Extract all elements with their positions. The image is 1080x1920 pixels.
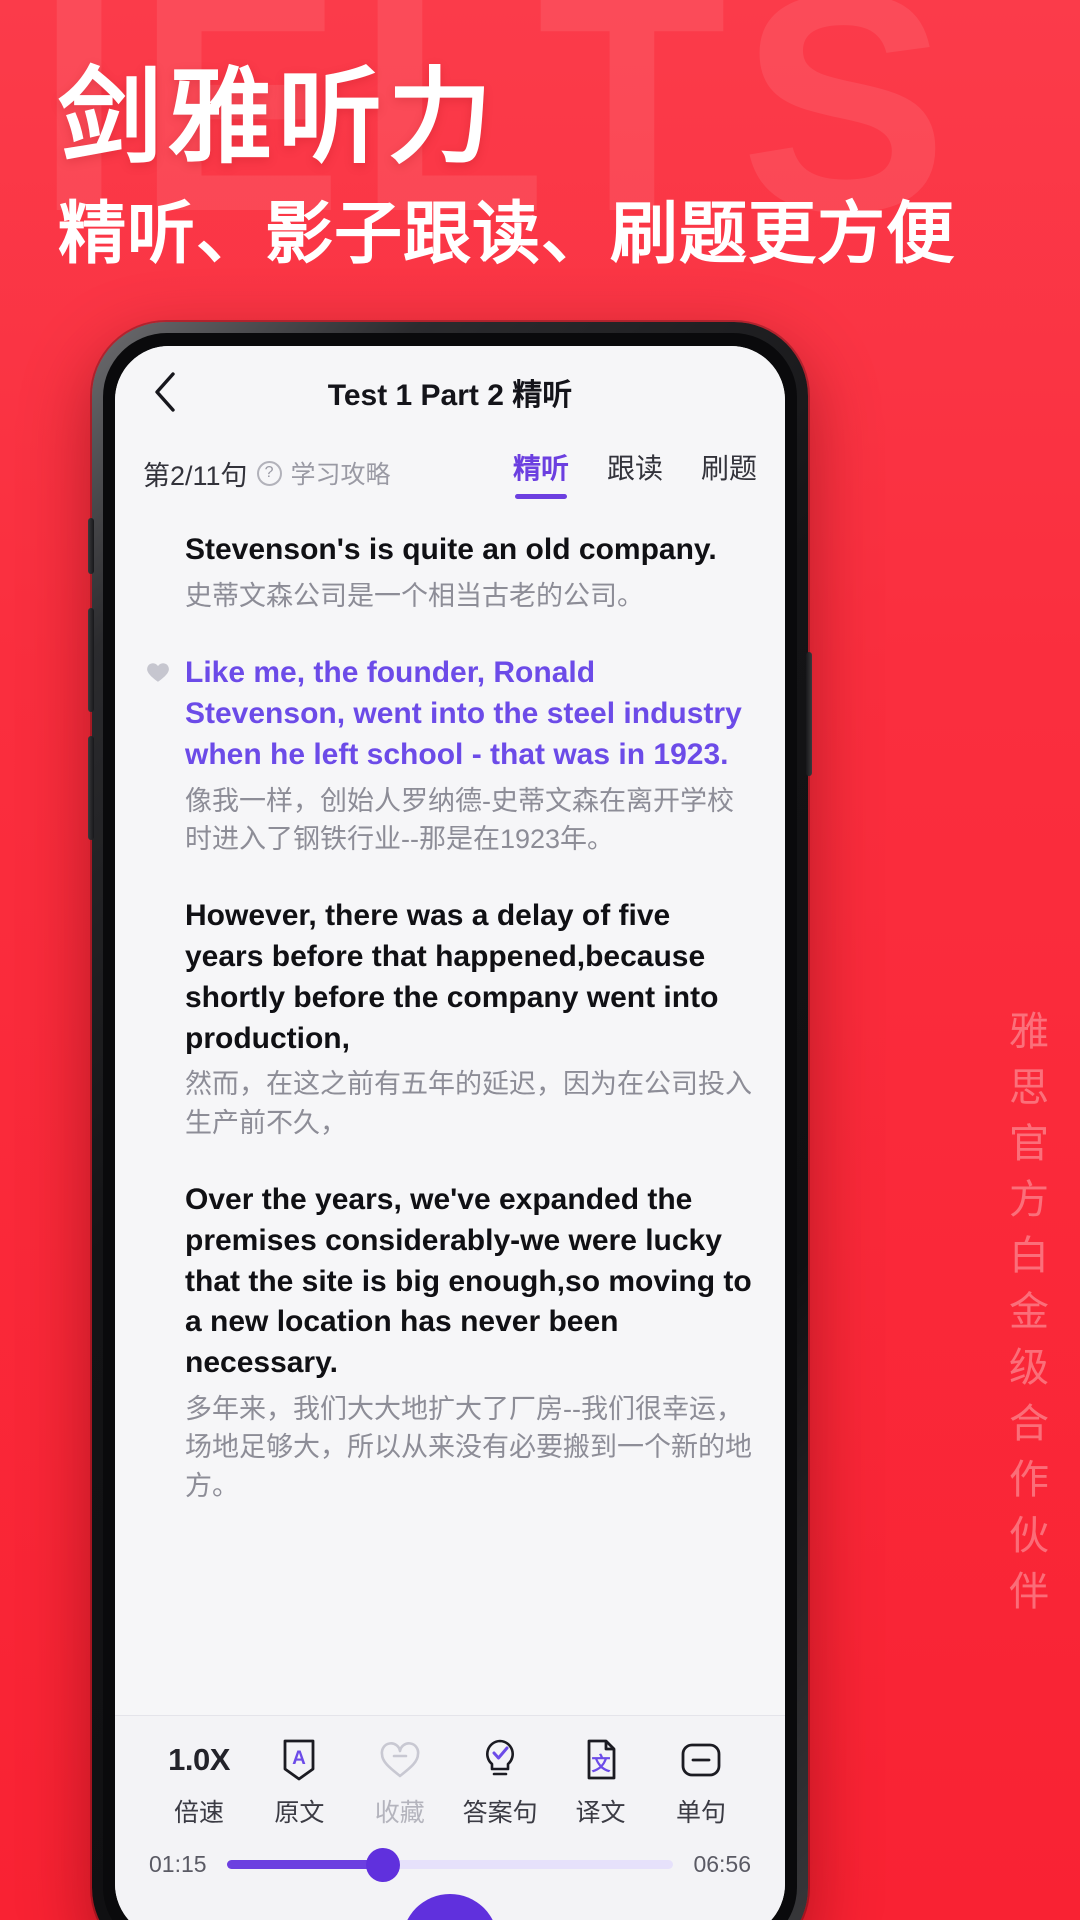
player-panel: 1.0X 倍速 A 原文 收藏 答案句 文 译文 单句 01:15 06:56 — [115, 1715, 785, 1920]
transcript-item-active[interactable]: Like me, the founder, Ronald Stevenson, … — [145, 653, 755, 858]
current-time-label: 01:15 — [149, 1851, 207, 1877]
poster-headline-block: 剑雅听力 精听、影子跟读、刷题更方便 — [58, 60, 1018, 273]
chevron-left-icon — [155, 372, 175, 412]
tool-single-sentence[interactable]: 单句 — [651, 1738, 751, 1829]
progress-thumb[interactable] — [365, 1847, 400, 1882]
tool-label: 译文 — [575, 1799, 626, 1827]
poster-headline: 剑雅听力 — [58, 60, 499, 176]
sub-header: 第2/11句 ? 学习攻略 精听 跟读 刷题 — [115, 438, 785, 508]
phone-volume-down-button[interactable] — [88, 736, 94, 840]
translation-doc-icon: 文 — [587, 1739, 615, 1780]
progress-slider[interactable] — [226, 1847, 674, 1882]
tab-intensive-listening[interactable]: 精听 — [513, 447, 569, 499]
progress-fill — [226, 1860, 383, 1869]
answer-bulb-icon — [486, 1739, 515, 1776]
poster-subheadline: 精听、影子跟读、刷题更方便 — [58, 196, 956, 273]
heart-icon[interactable] — [145, 659, 171, 685]
study-guide-link[interactable]: 学习攻略 — [291, 455, 391, 491]
original-text-icon: A — [283, 1739, 315, 1781]
transcript-english: Over the years, we've expanded the premi… — [185, 1183, 752, 1380]
tool-answer-sentence[interactable]: 答案句 — [450, 1738, 550, 1829]
sentence-counter: 第2/11句 — [143, 460, 248, 491]
tool-playback-speed[interactable]: 1.0X 倍速 — [149, 1738, 249, 1829]
heart-icon — [380, 1742, 420, 1778]
phone-bezel: Test 1 Part 2 精听 第2/11句 ? 学习攻略 精听 跟读 刷题 — [103, 333, 797, 1920]
single-sentence-icon — [681, 1743, 721, 1777]
play-row — [115, 1878, 785, 1920]
transcript-list[interactable]: Stevenson's is quite an old company. 史蒂文… — [115, 508, 785, 1550]
transcript-chinese: 史蒂文森公司是一个相当古老的公司。 — [185, 580, 644, 611]
svg-text:A: A — [293, 1748, 307, 1769]
poster-side-caption: 雅思官方白金级合作伙伴 — [1003, 1010, 1047, 1626]
tool-label: 答案句 — [462, 1799, 538, 1827]
transcript-chinese: 多年来，我们大大地扩大了厂房--我们很幸运，场地足够大，所以从来没有必要搬到一个… — [185, 1394, 752, 1501]
svg-text:文: 文 — [591, 1752, 611, 1775]
speed-icon: 1.0X — [168, 1738, 230, 1782]
total-time-label: 06:56 — [693, 1851, 751, 1877]
transcript-chinese: 然而，在这之前有五年的延迟，因为在公司投入生产前不久， — [185, 1069, 752, 1138]
play-pause-button[interactable] — [402, 1894, 498, 1920]
tab-list: 精听 跟读 刷题 — [513, 447, 757, 499]
transcript-english: Like me, the founder, Ronald Stevenson, … — [185, 656, 742, 771]
tool-original-text[interactable]: A 原文 — [249, 1738, 349, 1829]
phone-power-button[interactable] — [806, 652, 812, 776]
phone-mockup: Test 1 Part 2 精听 第2/11句 ? 学习攻略 精听 跟读 刷题 — [88, 322, 812, 1920]
app-header: Test 1 Part 2 精听 — [115, 346, 785, 438]
speed-value: 1.0X — [168, 1742, 230, 1777]
progress-row: 01:15 06:56 — [115, 1843, 785, 1882]
page-title: Test 1 Part 2 精听 — [327, 379, 573, 412]
transcript-item[interactable]: However, there was a delay of five years… — [145, 896, 755, 1142]
sentence-counter-group: 第2/11句 ? 学习攻略 — [143, 454, 391, 493]
help-icon[interactable]: ? — [256, 460, 282, 486]
tool-label: 单句 — [675, 1799, 726, 1827]
tab-practice[interactable]: 刷题 — [701, 447, 757, 499]
tab-shadow-reading[interactable]: 跟读 — [607, 447, 663, 499]
transcript-item[interactable]: Over the years, we've expanded the premi… — [145, 1180, 755, 1505]
tool-label: 收藏 — [374, 1799, 425, 1827]
phone-screen: Test 1 Part 2 精听 第2/11句 ? 学习攻略 精听 跟读 刷题 — [115, 346, 785, 1920]
phone-volume-up-button[interactable] — [88, 608, 94, 712]
transcript-english: Stevenson's is quite an old company. — [185, 533, 717, 566]
phone-mute-switch[interactable] — [88, 518, 94, 574]
tool-translation[interactable]: 文 译文 — [551, 1738, 651, 1829]
toolbar: 1.0X 倍速 A 原文 收藏 答案句 文 译文 单句 — [115, 1716, 785, 1843]
back-button[interactable] — [143, 370, 187, 414]
tool-favorite[interactable]: 收藏 — [350, 1738, 450, 1829]
poster-background: IELTS 剑雅听力 精听、影子跟读、刷题更方便 雅思官方白金级合作伙伴 Tes… — [0, 0, 1080, 1920]
transcript-chinese: 像我一样，创始人罗纳德-史蒂文森在离开学校时进入了钢铁行业--那是在1923年。 — [185, 785, 734, 854]
tool-label: 原文 — [274, 1799, 325, 1827]
transcript-english: However, there was a delay of five years… — [185, 899, 719, 1055]
transcript-item[interactable]: Stevenson's is quite an old company. 史蒂文… — [145, 530, 755, 615]
tool-label: 倍速 — [173, 1799, 224, 1827]
